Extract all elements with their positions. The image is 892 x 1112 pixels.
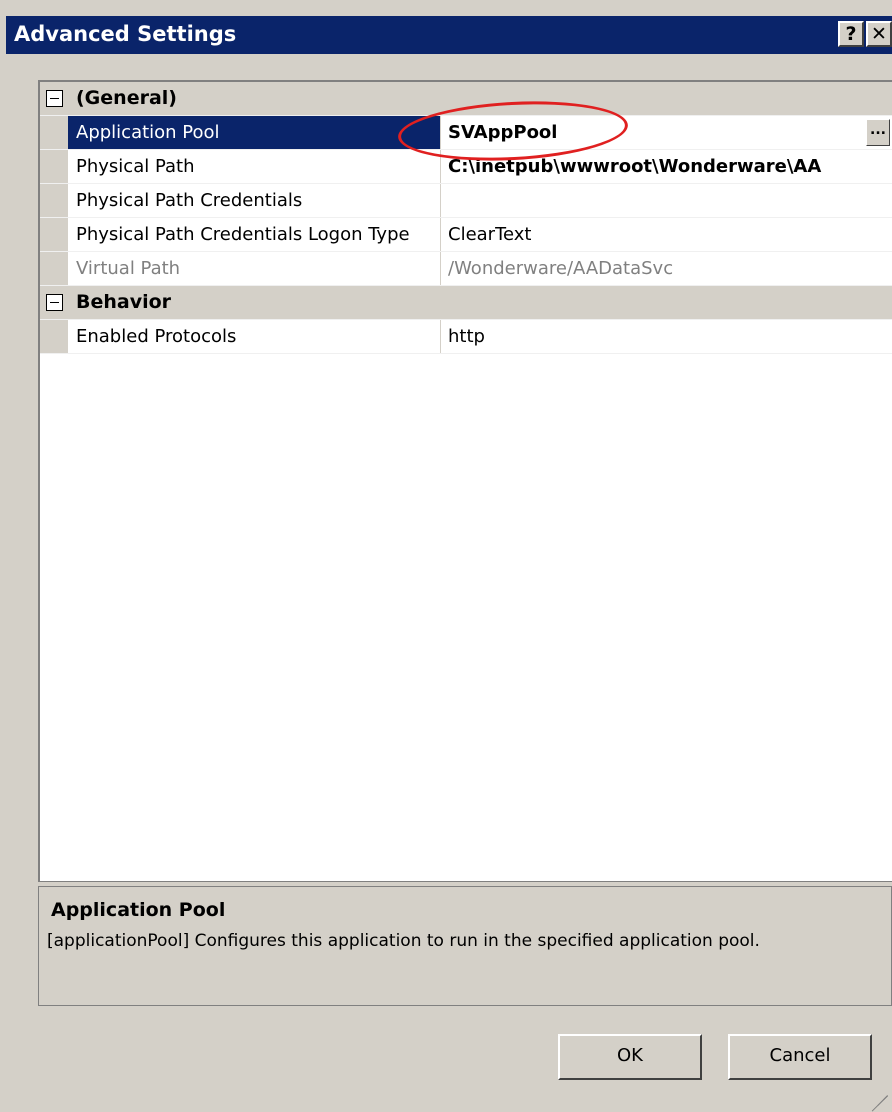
property-value[interactable]	[442, 184, 892, 217]
resize-grip-icon[interactable]	[868, 1076, 890, 1112]
property-row-application-pool[interactable]: Application Pool SVAppPool ...	[40, 116, 892, 150]
property-row-virtual-path[interactable]: Virtual Path /Wonderware/AADataSvc	[40, 252, 892, 286]
property-value-input[interactable]: SVAppPool ...	[442, 116, 892, 149]
property-name[interactable]: Application Pool	[68, 116, 441, 149]
collapse-icon[interactable]	[46, 90, 63, 107]
dialog-title: Advanced Settings	[14, 22, 237, 46]
collapse-icon[interactable]	[46, 294, 63, 311]
row-gutter	[40, 150, 68, 183]
row-gutter	[40, 116, 68, 149]
property-grid: (General) Application Pool SVAppPool ...…	[38, 80, 892, 882]
row-gutter	[40, 218, 68, 251]
property-row-logon-type[interactable]: Physical Path Credentials Logon Type Cle…	[40, 218, 892, 252]
property-value[interactable]: SVAppPool	[448, 122, 557, 143]
property-row-physical-path-credentials[interactable]: Physical Path Credentials	[40, 184, 892, 218]
property-row-enabled-protocols[interactable]: Enabled Protocols http	[40, 320, 892, 354]
category-value-cell	[442, 82, 892, 115]
description-panel: Application Pool [applicationPool] Confi…	[38, 886, 892, 1006]
description-title: Application Pool	[51, 899, 226, 921]
category-label: (General)	[76, 87, 177, 109]
property-value[interactable]: http	[442, 320, 892, 353]
property-name[interactable]: Physical Path Credentials Logon Type	[68, 218, 441, 251]
ok-button[interactable]: OK	[558, 1034, 702, 1080]
title-bar[interactable]: Advanced Settings ? ✕	[6, 16, 892, 54]
property-name[interactable]: Enabled Protocols	[68, 320, 441, 353]
row-gutter	[40, 320, 68, 353]
property-value[interactable]: C:\inetpub\wwwroot\Wonderware\AA	[442, 150, 892, 183]
category-label: Behavior	[76, 291, 172, 313]
close-button[interactable]: ✕	[866, 21, 892, 47]
help-button[interactable]: ?	[838, 21, 864, 47]
row-gutter	[40, 184, 68, 217]
property-name[interactable]: Virtual Path	[68, 252, 441, 285]
category-behavior[interactable]: Behavior	[40, 286, 892, 320]
browse-ellipsis-button[interactable]: ...	[866, 119, 890, 146]
property-value[interactable]: ClearText	[442, 218, 892, 251]
category-general[interactable]: (General)	[40, 82, 892, 116]
category-value-cell	[442, 286, 892, 319]
description-text: [applicationPool] Configures this applic…	[47, 931, 760, 951]
property-name[interactable]: Physical Path	[68, 150, 441, 183]
property-name[interactable]: Physical Path Credentials	[68, 184, 441, 217]
advanced-settings-dialog: Advanced Settings ? ✕ (General) Applicat…	[0, 0, 892, 1112]
property-value[interactable]: /Wonderware/AADataSvc	[442, 252, 892, 285]
property-row-physical-path[interactable]: Physical Path C:\inetpub\wwwroot\Wonderw…	[40, 150, 892, 184]
cancel-button[interactable]: Cancel	[728, 1034, 872, 1080]
row-gutter	[40, 252, 68, 285]
